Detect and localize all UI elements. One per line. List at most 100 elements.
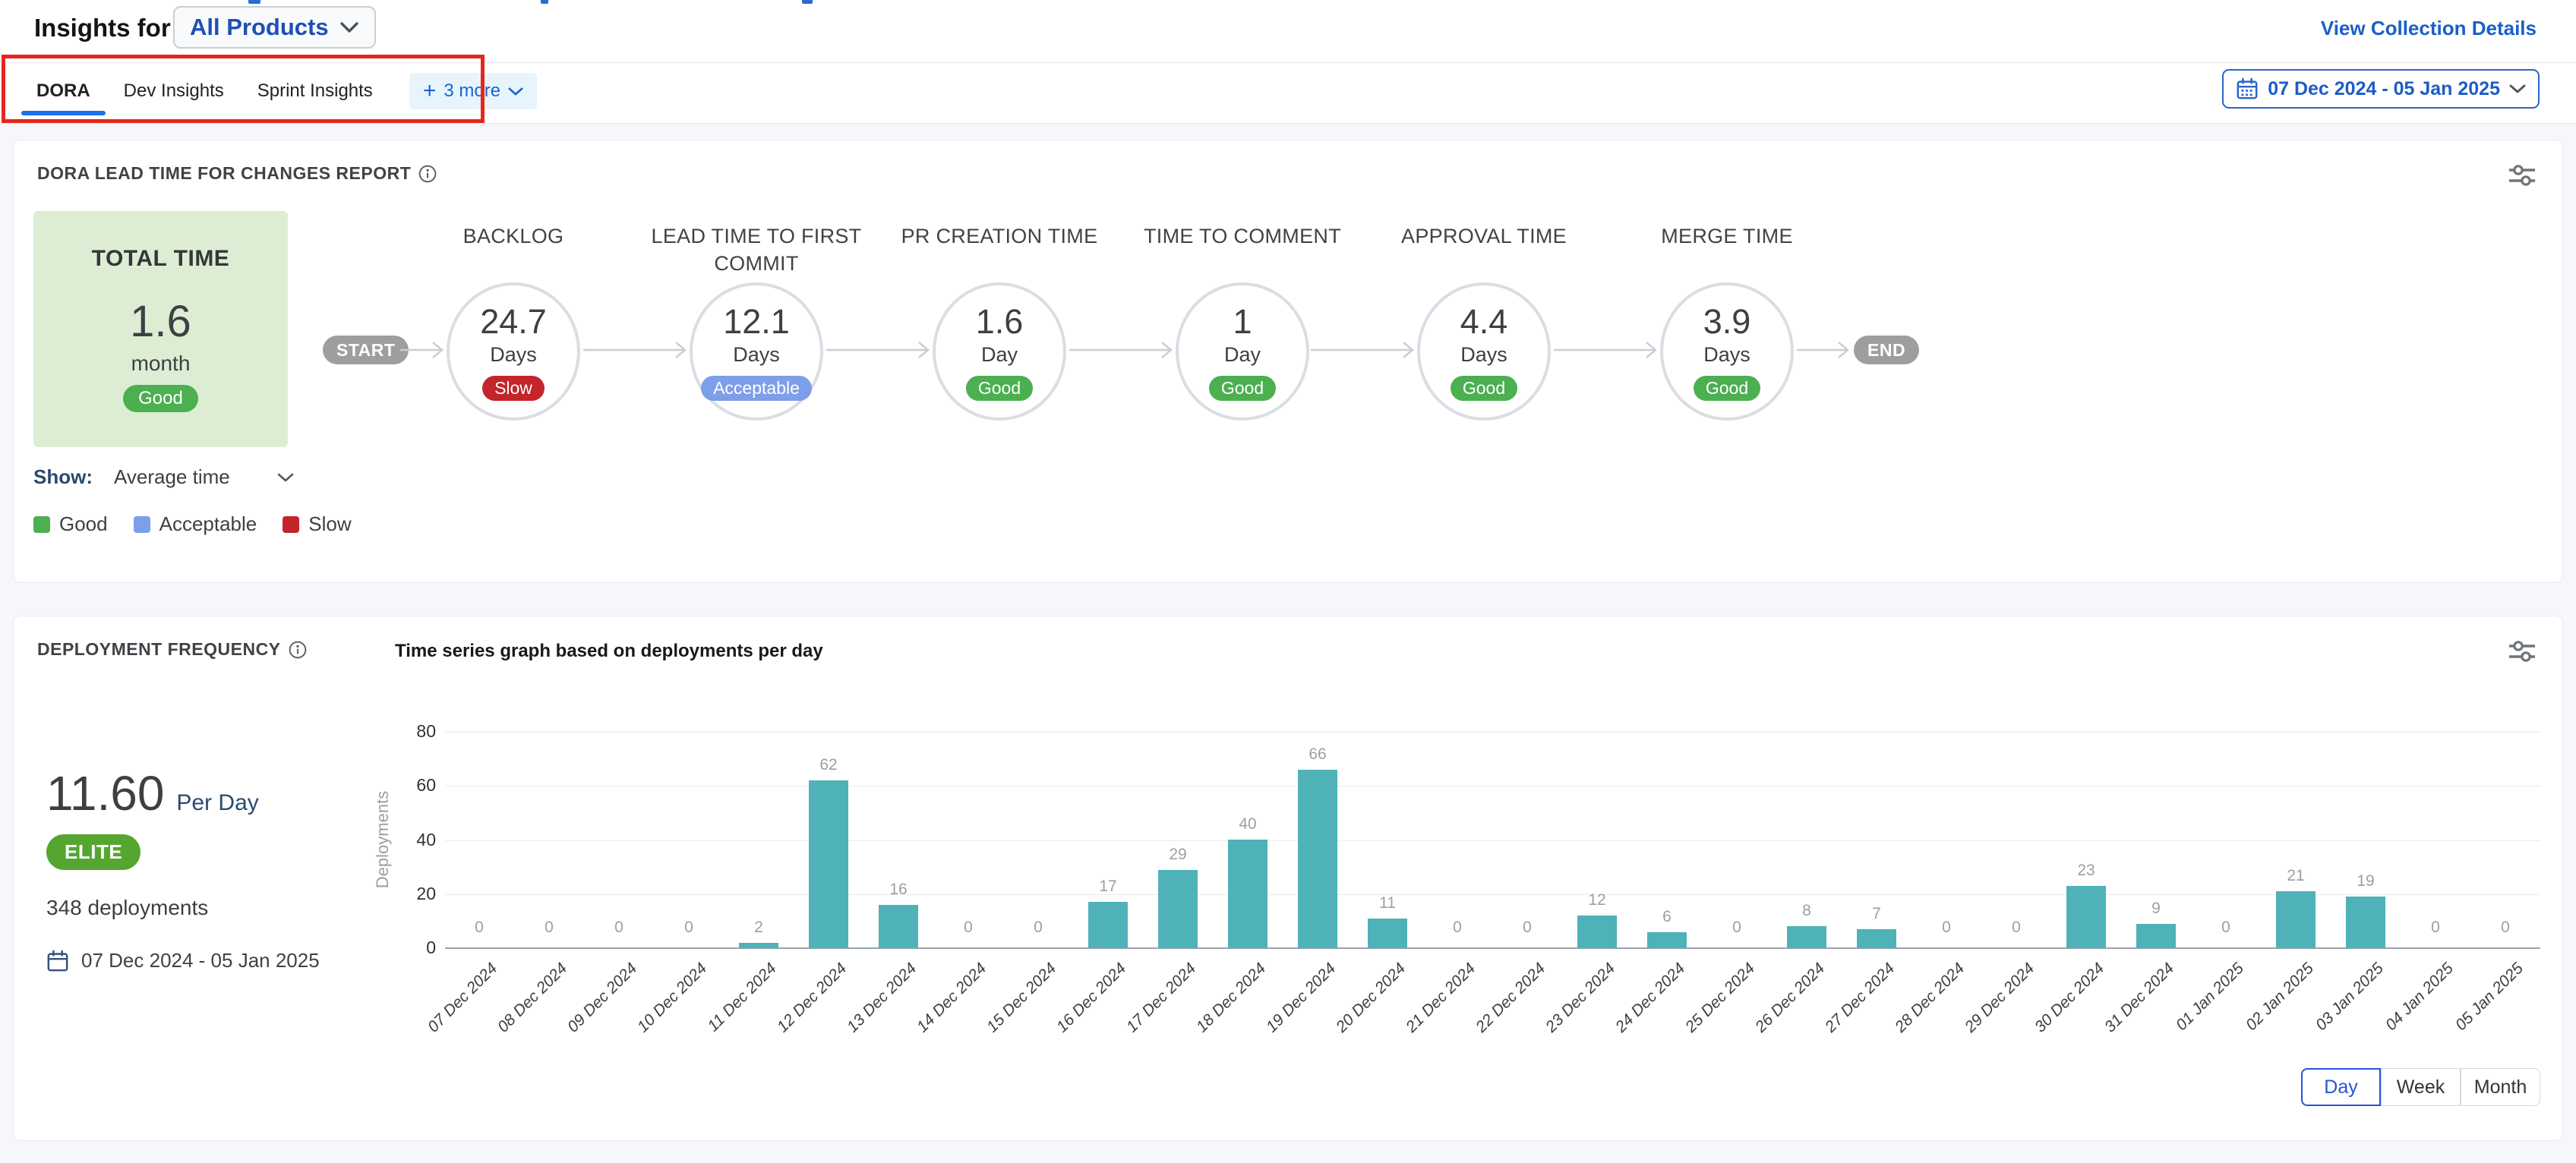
bar-value-label: 9 [2122,900,2190,918]
tabs-more-label: 3 more [444,80,500,102]
stage-circle-backlog[interactable]: 24.7DaysSlow [447,282,580,421]
bar-value-label: 12 [1563,891,1631,909]
tabs-more-button[interactable]: +3 more [409,73,537,109]
flow-arrow-icon [826,339,930,361]
stage-circle-merge-time[interactable]: 3.9DaysGood [1660,282,1794,421]
bar-value-label: 23 [2052,862,2120,880]
x-tick-label: 07 Dec 2024 [425,960,501,1036]
product-selector-value: All Products [190,14,329,41]
stage-unit: Days [1703,343,1750,367]
stage-circle-time-to-comment[interactable]: 1DayGood [1176,282,1309,421]
bar-03-jan-2025[interactable] [2346,897,2385,948]
bar-24-dec-2024[interactable] [1647,932,1687,948]
x-tick-label: 30 Dec 2024 [2031,960,2108,1036]
bar-30-dec-2024[interactable] [2066,886,2106,948]
granularity-day-button[interactable]: Day [2301,1068,2381,1106]
x-tick-label: 03 Jan 2025 [2312,960,2388,1035]
bar-value-label: 0 [445,919,513,937]
stage-name-backlog: BACKLOG [407,222,620,250]
tab-sprint-insights[interactable]: Sprint Insights [241,68,390,114]
bar-value-label: 66 [1283,745,1352,764]
y-tick-label: 40 [360,830,436,850]
granularity-month-button[interactable]: Month [2461,1068,2540,1106]
bar-value-label: 0 [1004,919,1072,937]
stage-status-badge: Acceptable [701,376,812,401]
bar-value-label: 19 [2331,872,2400,890]
stage-unit: Days [733,343,780,367]
granularity-toggle: DayWeekMonth [2301,1068,2540,1106]
view-collection-details-link[interactable]: View Collection Details [2321,17,2537,40]
x-tick-label: 22 Dec 2024 [1473,960,1549,1036]
x-tick-label: 24 Dec 2024 [1612,960,1689,1036]
bar-value-label: 2 [724,919,793,937]
x-tick-label: 31 Dec 2024 [2101,960,2178,1036]
stage-circle-pr-creation-time[interactable]: 1.6DayGood [933,282,1066,421]
x-tick-label: 18 Dec 2024 [1193,960,1270,1036]
gridline [445,894,2540,895]
flow-arrow-icon [583,339,687,361]
tab-bar: DORADev InsightsSprint Insights +3 more [20,68,537,114]
tab-dora[interactable]: DORA [20,68,107,114]
x-tick-label: 15 Dec 2024 [983,960,1060,1036]
y-tick-label: 20 [360,884,436,904]
bar-value-label: 8 [1773,902,1841,920]
bar-23-dec-2024[interactable] [1577,916,1617,948]
stage-circle-approval-time[interactable]: 4.4DaysGood [1417,282,1551,421]
bar-12-dec-2024[interactable] [809,780,848,948]
chevron-down-icon [2509,84,2526,94]
gridline [445,840,2540,841]
bar-18-dec-2024[interactable] [1228,840,1267,948]
stage-name-pr-creation-time: PR CREATION TIME [893,222,1106,250]
bar-02-jan-2025[interactable] [2276,891,2316,948]
bar-value-label: 0 [2192,919,2260,937]
bar-17-dec-2024[interactable] [1158,870,1198,948]
x-tick-label: 08 Dec 2024 [494,960,571,1036]
x-tick-label: 12 Dec 2024 [774,960,851,1036]
bar-value-label: 0 [2471,919,2540,937]
stage-name-approval-time: APPROVAL TIME [1378,222,1590,250]
stage-name-lead-time-to-first-commit: LEAD TIME TO FIRST COMMIT [650,222,863,277]
stage-status-badge: Good [1209,376,1276,401]
x-tick-label: 13 Dec 2024 [844,960,920,1036]
bar-27-dec-2024[interactable] [1857,929,1896,948]
date-range-picker[interactable]: 07 Dec 2024 - 05 Jan 2025 [2222,69,2540,109]
stage-value: 4.4 [1460,302,1508,342]
bar-value-label: 17 [1074,878,1142,896]
bar-value-label: 40 [1214,815,1282,834]
x-tick-label: 01 Jan 2025 [2173,960,2248,1035]
cropped-text-fragment [541,0,548,4]
x-tick-label: 14 Dec 2024 [914,960,990,1036]
calendar-icon [2236,77,2259,100]
bar-11-dec-2024[interactable] [739,943,778,948]
x-tick-label: 28 Dec 2024 [1892,960,1968,1036]
x-tick-label: 21 Dec 2024 [1403,960,1479,1036]
bar-value-label: 11 [1353,894,1422,912]
product-selector[interactable]: All Products [173,6,376,49]
y-tick-label: 80 [360,721,436,742]
stage-status-badge: Good [1451,376,1517,401]
lead-time-flow: STARTENDBACKLOG24.7DaysSlowLEAD TIME TO … [14,140,2562,582]
stage-status-badge: Good [966,376,1033,401]
bar-value-label: 0 [934,919,1002,937]
stage-status-badge: Good [1694,376,1760,401]
bar-value-label: 0 [655,919,723,937]
stage-circle-lead-time-to-first-commit[interactable]: 12.1DaysAcceptable [690,282,823,421]
bar-20-dec-2024[interactable] [1368,919,1407,948]
cropped-text-fragment [248,0,260,4]
deployments-bar-chart: Deployments020406080007 Dec 2024008 Dec … [14,616,2562,1140]
bar-16-dec-2024[interactable] [1088,902,1128,948]
bar-13-dec-2024[interactable] [879,905,918,948]
x-tick-label: 11 Dec 2024 [705,960,781,1035]
bar-value-label: 29 [1144,846,1212,864]
granularity-week-button[interactable]: Week [2381,1068,2461,1106]
x-tick-label: 10 Dec 2024 [634,960,711,1036]
flow-arrow-icon [1069,339,1173,361]
tab-dev-insights[interactable]: Dev Insights [107,68,241,114]
page-title: Insights for [34,14,171,43]
bar-26-dec-2024[interactable] [1787,926,1826,948]
bar-19-dec-2024[interactable] [1298,770,1337,948]
bar-31-dec-2024[interactable] [2136,924,2176,948]
flow-start-pill: START [323,336,409,364]
x-tick-label: 29 Dec 2024 [1962,960,2038,1036]
bar-value-label: 0 [1493,919,1561,937]
